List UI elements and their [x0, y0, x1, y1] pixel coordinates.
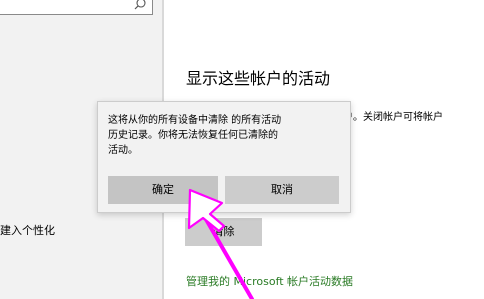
confirm-button[interactable]: 确定: [108, 176, 218, 204]
search-input[interactable]: [0, 0, 153, 15]
flyout-message-line: 这将从你的所有设备中清除 的所有活动: [108, 115, 282, 126]
section-title: 显示这些帐户的活动: [186, 69, 331, 88]
sidebar-item-label[interactable]: 建入个性化: [0, 222, 55, 238]
cancel-button[interactable]: 取消: [225, 176, 339, 204]
clear-confirmation-flyout: 这将从你的所有设备中清除 的所有活动 历史记录。你将无法恢复任何已清除的 活动。…: [97, 101, 351, 213]
manage-activity-link[interactable]: 管理我的 Microsoft 帐户活动数据: [186, 273, 353, 289]
flyout-message: 这将从你的所有设备中清除 的所有活动 历史记录。你将无法恢复任何已清除的 活动。: [108, 113, 342, 158]
clear-button[interactable]: 清除: [185, 218, 262, 246]
search-icon[interactable]: [134, 0, 146, 10]
section-description: 户。关闭帐户可将帐户: [343, 112, 443, 123]
flyout-message-line: 历史记录。你将无法恢复任何已清除的: [108, 130, 278, 141]
flyout-message-line: 活动。: [108, 145, 138, 156]
